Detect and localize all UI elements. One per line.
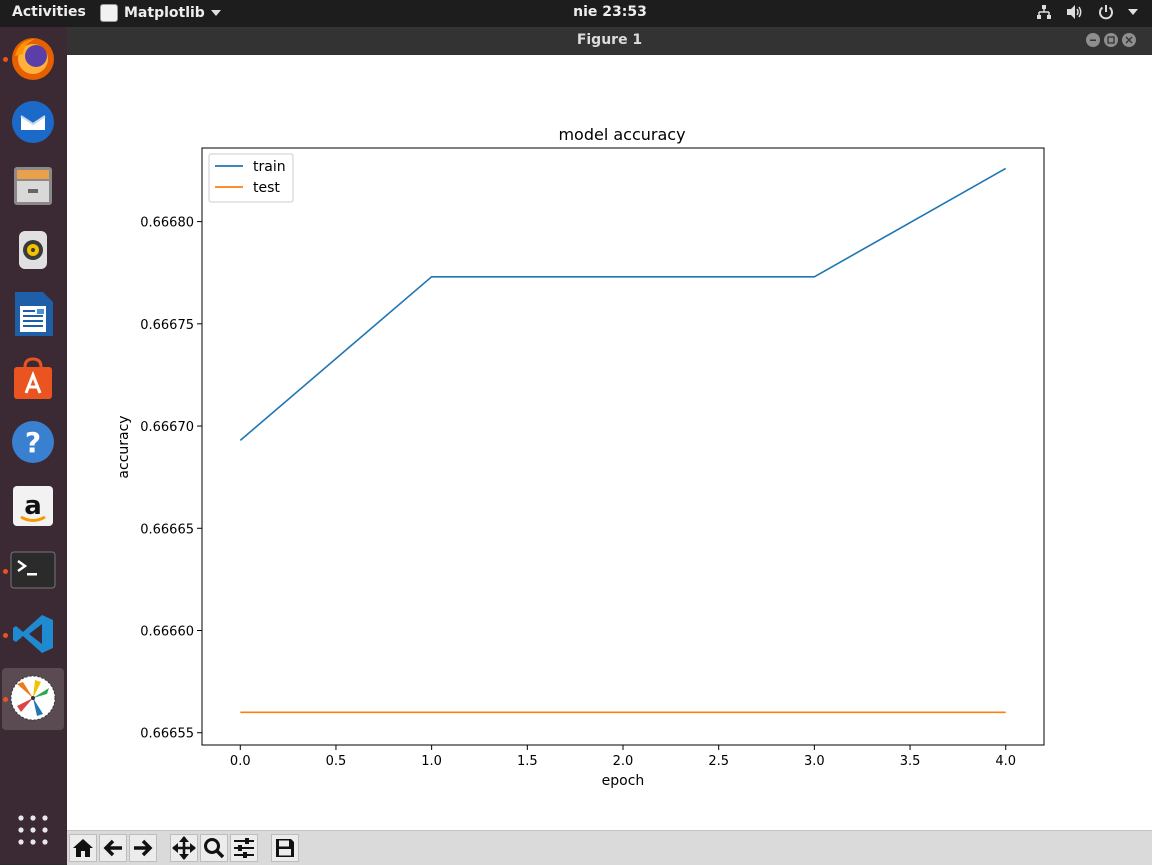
system-tray[interactable] <box>1036 4 1138 20</box>
dock-amazon[interactable]: a <box>8 481 58 531</box>
x-axis-ticks: 0.0 0.5 1.0 1.5 2.0 2.5 3.0 3.5 4.0 <box>230 745 1016 769</box>
save-button[interactable] <box>271 834 299 862</box>
dock-help[interactable]: ? <box>8 417 58 467</box>
home-button[interactable] <box>69 834 97 862</box>
writer-document-icon <box>15 292 53 336</box>
arrow-left-icon <box>103 839 122 857</box>
y-tick-label: 0.66665 <box>140 522 194 537</box>
top-bar: Activities Matplotlib nie 23:53 <box>0 0 1152 27</box>
plot-area-frame <box>201 147 1045 746</box>
file-cabinet-icon <box>14 167 52 205</box>
y-tick-label: 0.66660 <box>140 625 194 640</box>
dock-rhythmbox[interactable] <box>8 225 58 275</box>
help-icon: ? <box>12 421 54 463</box>
magnifier-icon <box>204 838 225 859</box>
plot-toolbar <box>67 830 1152 865</box>
dock-thunderbird[interactable] <box>8 97 58 147</box>
y-tick-label: 0.66655 <box>140 727 194 742</box>
y-tick-label: 0.66680 <box>140 216 194 231</box>
dock: ? a <box>0 27 67 864</box>
thunderbird-icon <box>12 101 54 143</box>
minimize-button[interactable] <box>1086 33 1100 47</box>
dock-vscode[interactable] <box>8 609 58 659</box>
x-tick-label: 0.5 <box>326 754 347 769</box>
window-controls <box>1086 33 1136 47</box>
legend: train test <box>208 153 294 203</box>
x-tick-label: 4.0 <box>995 754 1016 769</box>
legend-label: test <box>253 180 280 196</box>
x-tick-label: 3.5 <box>900 754 921 769</box>
x-tick-label: 1.5 <box>517 754 538 769</box>
terminal-icon <box>10 551 56 589</box>
minimize-icon <box>1090 39 1096 41</box>
maximize-icon <box>1107 36 1115 44</box>
speaker-icon <box>19 231 47 269</box>
close-button[interactable] <box>1122 33 1136 47</box>
home-icon <box>73 839 93 857</box>
vscode-icon <box>13 615 53 653</box>
x-axis-label: epoch <box>602 773 645 789</box>
figure-canvas[interactable]: model accuracy epoch accuracy 0.0 0.5 1.0 1… <box>67 55 1152 830</box>
x-tick-label: 0.0 <box>230 754 251 769</box>
x-tick-label: 2.0 <box>613 754 634 769</box>
zoom-button[interactable] <box>200 834 228 862</box>
series-line-train <box>239 167 1007 442</box>
dock-software-center[interactable] <box>8 353 58 403</box>
pan-button[interactable] <box>170 834 198 862</box>
sliders-icon <box>234 838 254 858</box>
configure-subplots-button[interactable] <box>230 834 258 862</box>
dock-libreoffice-writer[interactable] <box>8 289 58 339</box>
chart-title: model accuracy <box>558 125 685 144</box>
matplotlib-icon <box>10 675 56 721</box>
arrow-right-icon <box>134 839 153 857</box>
window-title: Figure 1 <box>576 32 643 48</box>
dock-terminal[interactable] <box>8 545 58 595</box>
maximize-button[interactable] <box>1104 33 1118 47</box>
network-icon <box>1037 5 1051 19</box>
app-grid-icon <box>18 815 48 845</box>
y-tick-label: 0.66670 <box>140 420 194 435</box>
firefox-icon <box>12 38 54 80</box>
x-tick-label: 1.0 <box>421 754 442 769</box>
svg-text:a: a <box>24 491 42 521</box>
x-tick-label: 3.0 <box>804 754 825 769</box>
y-tick-label: 0.66675 <box>140 318 194 333</box>
y-axis-label: accuracy <box>116 415 132 478</box>
volume-icon <box>1067 5 1082 19</box>
y-axis-ticks: 0.66655 0.66660 0.66665 0.66670 0.66675 0.666… <box>140 216 202 742</box>
shopping-bag-icon <box>14 357 52 399</box>
x-tick-label: 2.5 <box>708 754 729 769</box>
dock-files[interactable] <box>8 161 58 211</box>
series-lines <box>239 167 1007 714</box>
dock-show-applications[interactable] <box>8 805 58 855</box>
move-arrows-icon <box>172 836 196 860</box>
floppy-disk-icon <box>276 839 294 857</box>
svg-text:?: ? <box>25 426 41 459</box>
window-titlebar[interactable]: Figure 1 <box>67 27 1152 55</box>
dock-matplotlib[interactable] <box>8 673 58 723</box>
chevron-down-icon <box>1128 9 1138 15</box>
back-button[interactable] <box>99 834 127 862</box>
dock-firefox[interactable] <box>8 33 58 83</box>
power-icon <box>1099 5 1113 20</box>
clock[interactable]: nie 23:53 <box>0 4 1152 20</box>
legend-label: train <box>253 159 286 175</box>
line-chart: model accuracy epoch accuracy 0.0 0.5 1.0 1… <box>116 125 1045 789</box>
close-icon <box>1125 36 1133 44</box>
amazon-icon: a <box>13 486 53 526</box>
forward-button[interactable] <box>129 834 157 862</box>
